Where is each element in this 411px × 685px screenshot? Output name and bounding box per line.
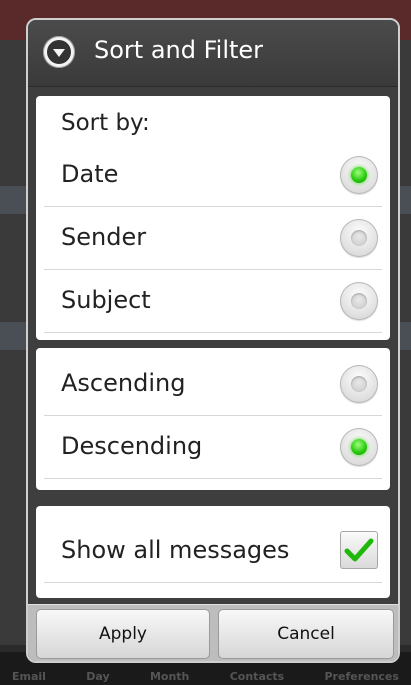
background-tab-email: Email bbox=[12, 670, 46, 683]
radio-unselected-icon[interactable] bbox=[340, 282, 378, 320]
dialog-header: Sort and Filter bbox=[28, 20, 398, 87]
sort-filter-dialog: Sort and Filter Sort by: Date Sender Sub… bbox=[26, 18, 400, 663]
order-option-label: Ascending bbox=[61, 369, 186, 397]
show-all-messages-row[interactable]: Show all messages bbox=[36, 520, 390, 583]
cancel-button[interactable]: Cancel bbox=[218, 609, 394, 659]
divider bbox=[44, 478, 382, 479]
dialog-button-bar: Apply Cancel bbox=[28, 604, 398, 661]
sort-option-sender[interactable]: Sender bbox=[36, 207, 390, 270]
order-option-descending[interactable]: Descending bbox=[36, 416, 390, 479]
order-option-ascending[interactable]: Ascending bbox=[36, 353, 390, 416]
divider bbox=[44, 332, 382, 333]
order-option-label: Descending bbox=[61, 432, 203, 460]
show-all-messages-label: Show all messages bbox=[61, 536, 290, 564]
dialog-title: Sort and Filter bbox=[94, 36, 264, 64]
radio-unselected-icon[interactable] bbox=[340, 365, 378, 403]
sort-option-subject[interactable]: Subject bbox=[36, 270, 390, 333]
radio-selected-icon[interactable] bbox=[340, 156, 378, 194]
background-tab-preferences: Preferences bbox=[324, 670, 399, 683]
sort-by-label: Sort by: bbox=[61, 110, 150, 136]
background-tab-month: Month bbox=[149, 670, 190, 683]
radio-selected-icon[interactable] bbox=[340, 428, 378, 466]
dropdown-circle-icon bbox=[43, 36, 75, 68]
background-tab-contacts: Contacts bbox=[229, 670, 285, 683]
checkbox-checked-icon[interactable] bbox=[340, 531, 378, 569]
sort-by-section: Sort by: Date Sender Subject bbox=[36, 96, 390, 340]
apply-button[interactable]: Apply bbox=[36, 609, 210, 659]
checkmark-icon bbox=[344, 538, 374, 562]
background-tab-day: Day bbox=[86, 670, 110, 683]
sort-option-label: Sender bbox=[61, 223, 147, 251]
divider bbox=[44, 582, 382, 583]
order-section: Ascending Descending bbox=[36, 348, 390, 490]
radio-unselected-icon[interactable] bbox=[340, 219, 378, 257]
sort-option-label: Date bbox=[61, 160, 119, 188]
filter-section: Show all messages bbox=[36, 506, 390, 598]
sort-option-date[interactable]: Date bbox=[36, 144, 390, 207]
sort-option-label: Subject bbox=[61, 286, 151, 314]
